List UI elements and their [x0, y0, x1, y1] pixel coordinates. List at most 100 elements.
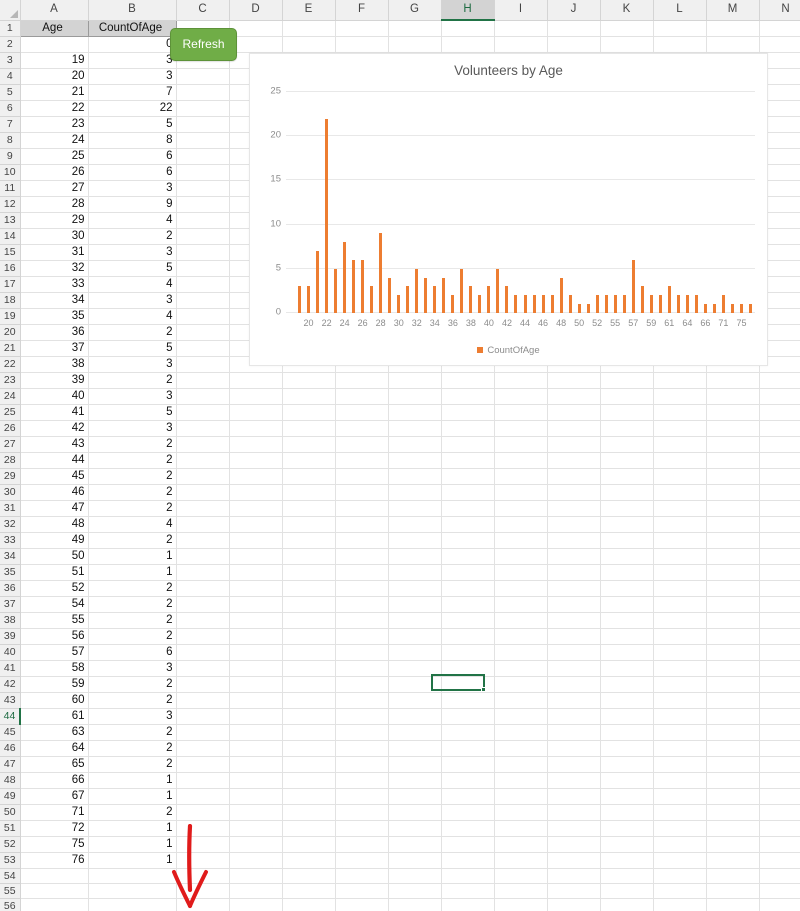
cell-l40[interactable] [653, 644, 707, 661]
cell-c25[interactable] [176, 404, 230, 421]
cell-n46[interactable] [759, 740, 800, 757]
cell-h30[interactable] [441, 484, 495, 501]
cell-n32[interactable] [759, 516, 800, 533]
cell-n37[interactable] [759, 596, 800, 613]
cell-k29[interactable] [600, 468, 654, 485]
cell-k32[interactable] [600, 516, 654, 533]
cell-m23[interactable] [706, 372, 760, 389]
cell-j47[interactable] [547, 756, 601, 773]
cell-e42[interactable] [282, 676, 336, 693]
cell-g33[interactable] [388, 532, 442, 549]
cell-e53[interactable] [282, 852, 336, 869]
cell-a11[interactable]: 27 [20, 180, 89, 197]
column-header-n[interactable]: N [759, 0, 800, 21]
cell-a5[interactable]: 21 [20, 84, 89, 101]
row-header-53[interactable]: 53 [0, 852, 21, 869]
cell-i35[interactable] [494, 564, 548, 581]
cell-i31[interactable] [494, 500, 548, 517]
cell-c27[interactable] [176, 436, 230, 453]
column-header-i[interactable]: I [494, 0, 548, 21]
row-header-17[interactable]: 17 [0, 276, 21, 293]
cell-e40[interactable] [282, 644, 336, 661]
cell-e41[interactable] [282, 660, 336, 677]
cell-n26[interactable] [759, 420, 800, 437]
cell-d43[interactable] [229, 692, 283, 709]
cell-h43[interactable] [441, 692, 495, 709]
cell-l24[interactable] [653, 388, 707, 405]
cell-e30[interactable] [282, 484, 336, 501]
cell-b5[interactable]: 7 [88, 84, 177, 101]
cell-h39[interactable] [441, 628, 495, 645]
cell-c52[interactable] [176, 836, 230, 853]
cell-e52[interactable] [282, 836, 336, 853]
cell-b31[interactable]: 2 [88, 500, 177, 517]
cell-a29[interactable]: 45 [20, 468, 89, 485]
cell-a26[interactable]: 42 [20, 420, 89, 437]
cell-i41[interactable] [494, 660, 548, 677]
cell-k52[interactable] [600, 836, 654, 853]
cell-c23[interactable] [176, 372, 230, 389]
cell-d28[interactable] [229, 452, 283, 469]
cell-m47[interactable] [706, 756, 760, 773]
row-header-56[interactable]: 56 [0, 898, 21, 911]
cell-c48[interactable] [176, 772, 230, 789]
cell-k35[interactable] [600, 564, 654, 581]
cell-j30[interactable] [547, 484, 601, 501]
select-all-corner[interactable] [0, 0, 21, 21]
cell-l39[interactable] [653, 628, 707, 645]
cell-c17[interactable] [176, 276, 230, 293]
cell-f34[interactable] [335, 548, 389, 565]
cell-a51[interactable]: 72 [20, 820, 89, 837]
cell-a16[interactable]: 32 [20, 260, 89, 277]
cell-a3[interactable]: 19 [20, 52, 89, 69]
cell-a38[interactable]: 55 [20, 612, 89, 629]
cell-c37[interactable] [176, 596, 230, 613]
cell-g24[interactable] [388, 388, 442, 405]
cell-c21[interactable] [176, 340, 230, 357]
refresh-button[interactable]: Refresh [170, 28, 237, 61]
cell-n34[interactable] [759, 548, 800, 565]
cell-k2[interactable] [600, 36, 654, 53]
cell-e33[interactable] [282, 532, 336, 549]
cell-f55[interactable] [335, 883, 389, 899]
cell-l52[interactable] [653, 836, 707, 853]
cell-m25[interactable] [706, 404, 760, 421]
cell-c35[interactable] [176, 564, 230, 581]
cell-c10[interactable] [176, 164, 230, 181]
cell-l47[interactable] [653, 756, 707, 773]
cell-d41[interactable] [229, 660, 283, 677]
cell-l27[interactable] [653, 436, 707, 453]
cell-c6[interactable] [176, 100, 230, 117]
cell-m38[interactable] [706, 612, 760, 629]
cell-d56[interactable] [229, 898, 283, 911]
row-header-41[interactable]: 41 [0, 660, 21, 677]
cell-e31[interactable] [282, 500, 336, 517]
cell-h49[interactable] [441, 788, 495, 805]
cell-j54[interactable] [547, 868, 601, 884]
cell-d26[interactable] [229, 420, 283, 437]
cell-f47[interactable] [335, 756, 389, 773]
cell-b54[interactable] [88, 868, 177, 884]
cell-k27[interactable] [600, 436, 654, 453]
cell-b18[interactable]: 3 [88, 292, 177, 309]
cell-d31[interactable] [229, 500, 283, 517]
cell-e32[interactable] [282, 516, 336, 533]
row-header-28[interactable]: 28 [0, 452, 21, 469]
cell-g52[interactable] [388, 836, 442, 853]
cell-n24[interactable] [759, 388, 800, 405]
cell-b46[interactable]: 2 [88, 740, 177, 757]
cell-m34[interactable] [706, 548, 760, 565]
cell-l33[interactable] [653, 532, 707, 549]
cell-l32[interactable] [653, 516, 707, 533]
cell-g34[interactable] [388, 548, 442, 565]
cell-m29[interactable] [706, 468, 760, 485]
cell-c42[interactable] [176, 676, 230, 693]
cell-a43[interactable]: 60 [20, 692, 89, 709]
cell-a8[interactable]: 24 [20, 132, 89, 149]
row-header-12[interactable]: 12 [0, 196, 21, 213]
cell-d40[interactable] [229, 644, 283, 661]
cell-k30[interactable] [600, 484, 654, 501]
cell-d44[interactable] [229, 708, 283, 725]
cell-m48[interactable] [706, 772, 760, 789]
cell-k1[interactable] [600, 20, 654, 37]
